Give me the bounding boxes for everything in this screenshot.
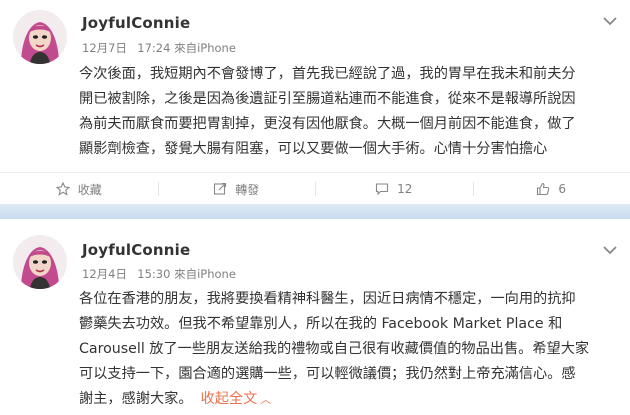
repost-icon (214, 182, 227, 195)
collapse-text-label: 收起全文 (200, 391, 258, 407)
like-button[interactable]: 6 (472, 173, 630, 205)
post-text-line: 今次後面，我短期內不會發博了，首先我已經說了過，我的胃早在我未和前夫分 (79, 66, 576, 82)
comment-count: 12 (397, 182, 413, 196)
chevron-up-icon: ︿ (260, 393, 272, 406)
post-text-line: 鬱藥失去功效。但我不希望靠別人，所以在我的 Facebook Market Pl… (79, 316, 563, 332)
post-text-line: 為前夫而厭食而要把胃割掉，更沒有因他厭食。大概一個月前因不能進食，做了 (79, 116, 576, 132)
post-source: 來自iPhone (174, 267, 236, 281)
post-text-last: 謝主，感謝大家。 (79, 391, 193, 407)
post-time[interactable]: 15:30 (137, 267, 170, 281)
comment-icon (376, 183, 389, 196)
post-text-line: 謝主，感謝大家。 收起全文 ︿ (79, 387, 617, 412)
post-text: 各位在香港的朋友，我將要換看精神科醫生，因近日病情不穩定，一向用的抗抑 鬱藥失去… (79, 287, 617, 412)
weibo-post: JoyfulConnie 12月7日 17:24 來自iPhone 今次後面，我… (0, 0, 630, 204)
thumbs-up-icon (537, 182, 550, 196)
post-meta: 12月4日 15:30 來自iPhone (82, 266, 236, 282)
chevron-down-icon[interactable] (602, 241, 618, 255)
repost-label: 轉發 (235, 182, 260, 197)
star-icon (55, 182, 70, 196)
collapse-text-link[interactable]: 收起全文 ︿ (201, 391, 272, 407)
like-count: 6 (558, 182, 567, 196)
post-text-line: 各位在香港的朋友，我將要換看精神科醫生，因近日病情不穩定，一向用的抗抑 (79, 291, 576, 307)
chevron-down-icon[interactable] (602, 12, 618, 26)
post-text-line: 可以支持一下，園合適的選購一些，可以輕微議價；我仍然對上帝充滿信心。感 (79, 366, 576, 382)
post-text-line: 開已被割除，之後是因為後遺証引至腸道粘連而不能進食，從來不是報導所說因 (79, 91, 576, 107)
repost-button[interactable]: 轉發 (157, 173, 316, 205)
post-meta: 12月7日 17:24 來自iPhone (82, 40, 236, 56)
weibo-post: JoyfulConnie 12月4日 15:30 來自iPhone 各位在香港的… (0, 219, 630, 415)
post-time[interactable]: 17:24 (137, 41, 170, 55)
favorite-label: 收藏 (77, 182, 102, 197)
post-date[interactable]: 12月4日 (82, 267, 127, 281)
post-source: 來自iPhone (174, 41, 236, 55)
favorite-button[interactable]: 收藏 (0, 173, 158, 205)
action-bar: 收藏 轉發 12 6 (0, 172, 630, 205)
post-text-line: Carousell 放了一些朋友送給我的禮物或自己很有收藏價值的物品出售。希望大… (79, 341, 590, 357)
post-date[interactable]: 12月7日 (82, 41, 127, 55)
post-text: 今次後面，我短期內不會發博了，首先我已經說了過，我的胃早在我未和前夫分 開已被割… (79, 62, 617, 162)
post-text-line: 顯影劑檢查，發覺大腸有阻塞，可以又要做一個大手術。心情十分害怕擔心 (79, 141, 548, 157)
avatar[interactable] (13, 10, 67, 64)
username[interactable]: JoyfulConnie (82, 14, 190, 32)
comment-button[interactable]: 12 (315, 173, 473, 205)
feed-separator (0, 204, 630, 219)
username[interactable]: JoyfulConnie (82, 241, 190, 259)
avatar[interactable] (13, 235, 67, 289)
